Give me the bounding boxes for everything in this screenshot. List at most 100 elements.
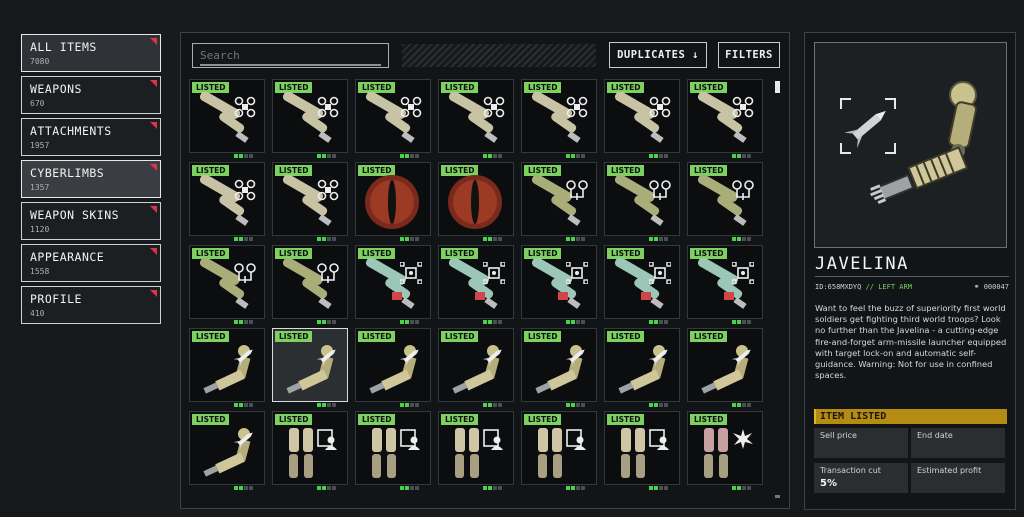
category-label: APPEARANCE [30, 250, 105, 264]
item-cell[interactable]: LISTED [521, 411, 597, 490]
new-flag-icon [150, 164, 157, 171]
item-cell[interactable]: LISTED [687, 79, 763, 158]
category-cyberlimbs[interactable]: CYBERLIMBS 1357 [21, 160, 161, 198]
rarity-pip [747, 403, 751, 407]
rarity-pip [654, 320, 658, 324]
category-weapons[interactable]: WEAPONS 670 [21, 76, 161, 114]
rarity-pip [747, 154, 751, 158]
item-type-icon [565, 261, 589, 288]
tree-icon [566, 180, 588, 200]
item-cell[interactable]: LISTED [521, 79, 597, 158]
category-weapon-skins[interactable]: WEAPON SKINS 1120 [21, 202, 161, 240]
item-cell[interactable]: LISTED [272, 411, 348, 490]
crosshair-icon [399, 261, 423, 285]
rarity-pip [405, 237, 409, 241]
item-cell[interactable]: LISTED [272, 328, 348, 407]
item-meta: ID:658MXDYQ // LEFT ARM ⚭ 000047 [815, 283, 1009, 291]
category-count: 7080 [30, 57, 50, 66]
rarity-pip [249, 320, 253, 324]
item-cell[interactable]: LISTED [521, 328, 597, 407]
item-type-icon [399, 345, 422, 371]
missile-arm-preview-image [840, 81, 978, 205]
item-cell[interactable]: LISTED [604, 162, 680, 241]
item-cell[interactable]: LISTED [355, 162, 431, 241]
item-type-icon [566, 428, 588, 454]
drone-icon [566, 96, 588, 118]
item-cell[interactable]: LISTED [604, 245, 680, 324]
rarity-pip [249, 403, 253, 407]
item-cell[interactable]: LISTED [438, 162, 514, 241]
item-cell[interactable]: LISTED [438, 245, 514, 324]
item-cell[interactable]: LISTED [604, 79, 680, 158]
item-cell[interactable]: LISTED [687, 245, 763, 324]
missile-icon [731, 349, 751, 367]
scrollbar-thumb[interactable] [775, 81, 780, 93]
item-cell[interactable]: LISTED [189, 411, 265, 490]
drone-icon [234, 96, 256, 118]
item-cell[interactable]: LISTED [687, 411, 763, 490]
search-underline [200, 64, 381, 66]
item-cell[interactable]: LISTED [355, 79, 431, 158]
rarity-pip [488, 154, 492, 158]
item-cell[interactable]: LISTED [189, 162, 265, 241]
item-cell[interactable]: LISTED [438, 411, 514, 490]
item-cell[interactable]: LISTED [355, 411, 431, 490]
category-profile[interactable]: PROFILE 410 [21, 286, 161, 324]
rarity-pip [327, 154, 331, 158]
sell-price-field[interactable]: Sell price [814, 428, 908, 458]
item-cell[interactable]: LISTED [521, 162, 597, 241]
field-label: Transaction cut [820, 466, 881, 475]
item-cell[interactable]: LISTED [355, 245, 431, 324]
rarity-pip [244, 486, 248, 490]
category-sidebar: ALL ITEMS 7080 WEAPONS 670 ATTACHMENTS 1… [21, 34, 161, 328]
category-count: 410 [30, 309, 45, 318]
rarity-pip [493, 486, 497, 490]
item-type-icon [482, 345, 505, 371]
rarity-pips [732, 475, 752, 494]
rarity-pips [317, 475, 337, 494]
category-count: 670 [30, 99, 45, 108]
rarity-pip [664, 403, 668, 407]
item-type-icon [648, 345, 671, 371]
item-cell[interactable]: LISTED [604, 328, 680, 407]
title-separator [815, 276, 1009, 277]
filters-button[interactable]: FILTERS [718, 42, 780, 68]
rarity-pips [234, 475, 254, 494]
item-cell[interactable]: LISTED [272, 162, 348, 241]
rarity-pip [415, 154, 419, 158]
category-label: PROFILE [30, 292, 82, 306]
rarity-pip [322, 154, 326, 158]
item-cell[interactable]: LISTED [355, 328, 431, 407]
item-cell[interactable]: LISTED [272, 79, 348, 158]
item-cell[interactable]: LISTED [438, 328, 514, 407]
rarity-pip [737, 320, 741, 324]
item-type-icon [317, 96, 339, 122]
item-type-icon [731, 261, 755, 288]
item-cell[interactable]: LISTED [521, 245, 597, 324]
item-cell[interactable]: LISTED [438, 79, 514, 158]
rarity-pip [488, 237, 492, 241]
rarity-pip [317, 154, 321, 158]
category-count: 1558 [30, 267, 50, 276]
item-cell[interactable]: LISTED [687, 162, 763, 241]
item-cell[interactable]: LISTED [189, 328, 265, 407]
rarity-pip [488, 486, 492, 490]
item-cell[interactable]: LISTED [189, 79, 265, 158]
category-all-items[interactable]: ALL ITEMS 7080 [21, 34, 161, 72]
end-date-field[interactable]: End date [911, 428, 1005, 458]
category-appearance[interactable]: APPEARANCE 1558 [21, 244, 161, 282]
item-cell[interactable]: LISTED [189, 245, 265, 324]
item-cell[interactable]: LISTED [604, 411, 680, 490]
rarity-pip [493, 154, 497, 158]
rarity-pip [322, 486, 326, 490]
rarity-pip [732, 237, 736, 241]
duplicates-button[interactable]: DUPLICATES ↓ [609, 42, 707, 68]
rarity-pip [571, 486, 575, 490]
crosshair-icon [565, 261, 589, 285]
field-value: 5% [820, 478, 837, 489]
category-attachments[interactable]: ATTACHMENTS 1957 [21, 118, 161, 156]
drone-icon [234, 179, 256, 201]
item-cell[interactable]: LISTED [272, 245, 348, 324]
rarity-pips [483, 226, 503, 245]
item-cell[interactable]: LISTED [687, 328, 763, 407]
